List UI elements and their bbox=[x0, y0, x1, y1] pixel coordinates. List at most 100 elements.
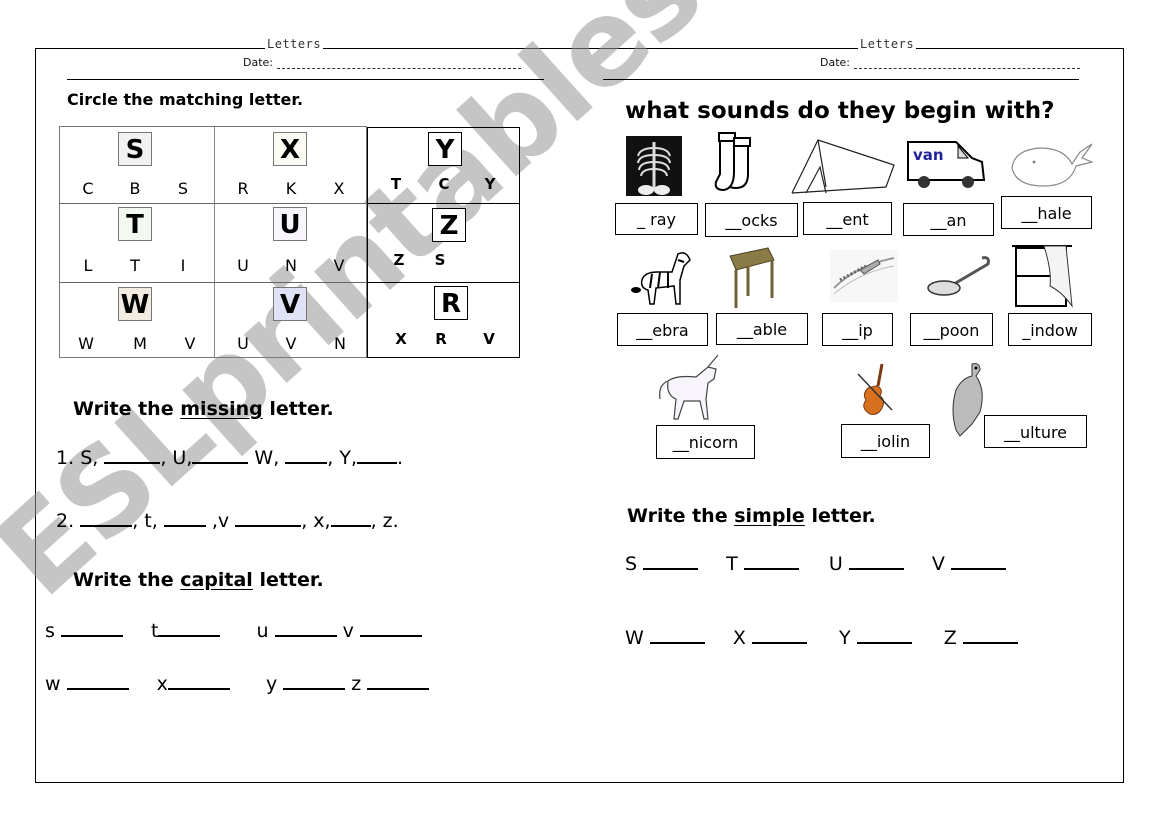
option-letter[interactable]: V bbox=[329, 256, 349, 275]
option-letter[interactable]: W bbox=[76, 334, 96, 353]
word-box[interactable]: _indow bbox=[1008, 313, 1092, 346]
option-letter[interactable]: R bbox=[431, 330, 451, 348]
option-letter[interactable]: C bbox=[78, 179, 98, 198]
answer-blank[interactable] bbox=[235, 509, 302, 527]
answer-blank[interactable] bbox=[367, 672, 430, 690]
grid-divider bbox=[60, 282, 366, 283]
option-letter[interactable]: X bbox=[391, 330, 411, 348]
letter-text: , U, bbox=[160, 447, 193, 469]
word-box[interactable]: __poon bbox=[910, 313, 993, 346]
spoon-picture bbox=[927, 256, 990, 296]
option-letter[interactable]: N bbox=[330, 334, 350, 353]
option-letter[interactable]: U bbox=[233, 256, 253, 275]
word-box[interactable]: __hale bbox=[1001, 196, 1092, 229]
sounds-heading: what sounds do they begin with? bbox=[625, 98, 1055, 124]
option-letter[interactable]: L bbox=[78, 256, 98, 275]
answer-blank[interactable] bbox=[60, 619, 123, 637]
option-letter[interactable]: U bbox=[233, 334, 253, 353]
left-date-blank[interactable] bbox=[277, 57, 521, 69]
word-box[interactable]: _ ray bbox=[615, 203, 698, 235]
target-letter: R bbox=[434, 286, 468, 320]
word-box[interactable]: __an bbox=[903, 203, 994, 236]
capital-letter: U bbox=[828, 553, 843, 575]
target-letter: V bbox=[273, 287, 307, 321]
answer-blank[interactable] bbox=[643, 552, 699, 570]
option-letter[interactable]: S bbox=[430, 251, 450, 269]
letter-text: , t, bbox=[132, 510, 158, 532]
option-letter[interactable]: B bbox=[125, 179, 145, 198]
option-letter[interactable]: M bbox=[130, 334, 150, 353]
grid-divider bbox=[368, 282, 519, 283]
line-number: 2. bbox=[56, 510, 75, 532]
lowercase-letter: y bbox=[265, 673, 278, 695]
x-ray-picture bbox=[626, 136, 682, 196]
left-date-label: Date: bbox=[243, 56, 273, 69]
word-box[interactable]: __nicorn bbox=[656, 425, 755, 459]
capital-letter: X bbox=[732, 627, 746, 649]
option-letter[interactable]: X bbox=[329, 179, 349, 198]
letter-text: W, bbox=[254, 447, 280, 469]
word-box[interactable]: __iolin bbox=[841, 424, 930, 458]
answer-blank[interactable] bbox=[66, 672, 129, 690]
option-letter[interactable]: T bbox=[125, 256, 145, 275]
tent-picture bbox=[791, 139, 895, 194]
letter-text: S, bbox=[80, 447, 99, 469]
option-letter[interactable]: C bbox=[434, 175, 454, 193]
answer-blank[interactable] bbox=[856, 626, 912, 644]
answer-blank[interactable] bbox=[848, 552, 904, 570]
heading-underlined: simple bbox=[734, 505, 805, 527]
option-letter[interactable]: T bbox=[386, 175, 406, 193]
right-header-title: Letters bbox=[858, 37, 917, 51]
right-date-field[interactable]: Date: bbox=[820, 56, 1080, 69]
capital-row-1: s t u v bbox=[45, 619, 422, 642]
option-letter[interactable]: I bbox=[173, 256, 193, 275]
word-box[interactable]: __ulture bbox=[984, 415, 1087, 448]
option-letter[interactable]: V bbox=[180, 334, 200, 353]
option-letter[interactable]: V bbox=[281, 334, 301, 353]
answer-blank[interactable] bbox=[649, 626, 705, 644]
left-header-rule bbox=[67, 79, 544, 80]
answer-blank[interactable] bbox=[359, 619, 422, 637]
answer-blank[interactable] bbox=[167, 672, 230, 690]
capital-letter: Z bbox=[943, 627, 957, 649]
van-label: van bbox=[913, 146, 944, 164]
option-letter[interactable]: Z bbox=[389, 251, 409, 269]
target-letter: Z bbox=[432, 208, 466, 242]
option-letter[interactable]: R bbox=[233, 179, 253, 198]
right-date-blank[interactable] bbox=[854, 57, 1080, 69]
heading-text: Write the bbox=[73, 569, 181, 591]
option-letter[interactable]: V bbox=[479, 330, 499, 348]
answer-blank[interactable] bbox=[163, 509, 206, 527]
word-box[interactable]: __ebra bbox=[617, 313, 708, 346]
answer-blank[interactable] bbox=[192, 446, 249, 464]
capital-letter: W bbox=[625, 627, 644, 649]
answer-blank[interactable] bbox=[285, 446, 328, 464]
zebra-picture bbox=[631, 252, 691, 305]
lowercase-letter: x bbox=[156, 673, 168, 695]
answer-blank[interactable] bbox=[104, 446, 161, 464]
option-letter[interactable]: S bbox=[173, 179, 193, 198]
option-letter[interactable]: K bbox=[281, 179, 301, 198]
answer-blank[interactable] bbox=[950, 552, 1006, 570]
option-letter[interactable]: Y bbox=[480, 175, 500, 193]
answer-blank[interactable] bbox=[80, 509, 133, 527]
answer-blank[interactable] bbox=[330, 509, 371, 527]
left-date-field[interactable]: Date: bbox=[243, 56, 521, 69]
answer-blank[interactable] bbox=[962, 626, 1018, 644]
word-box[interactable]: __ocks bbox=[705, 203, 798, 237]
word-box[interactable]: __ip bbox=[822, 313, 893, 346]
capital-letter: T bbox=[726, 553, 738, 575]
option-letter[interactable]: N bbox=[281, 256, 301, 275]
window-picture bbox=[1012, 245, 1073, 308]
line-number: 1. bbox=[56, 447, 75, 469]
word-box[interactable]: __able bbox=[716, 313, 808, 345]
capital-heading: Write the capital letter. bbox=[73, 569, 324, 591]
answer-blank[interactable] bbox=[283, 672, 346, 690]
answer-blank[interactable] bbox=[158, 619, 221, 637]
answer-blank[interactable] bbox=[743, 552, 799, 570]
answer-blank[interactable] bbox=[751, 626, 807, 644]
answer-blank[interactable] bbox=[274, 619, 337, 637]
word-box[interactable]: __ent bbox=[803, 202, 892, 235]
answer-blank[interactable] bbox=[357, 446, 398, 464]
letter-text: , Y, bbox=[327, 447, 358, 469]
